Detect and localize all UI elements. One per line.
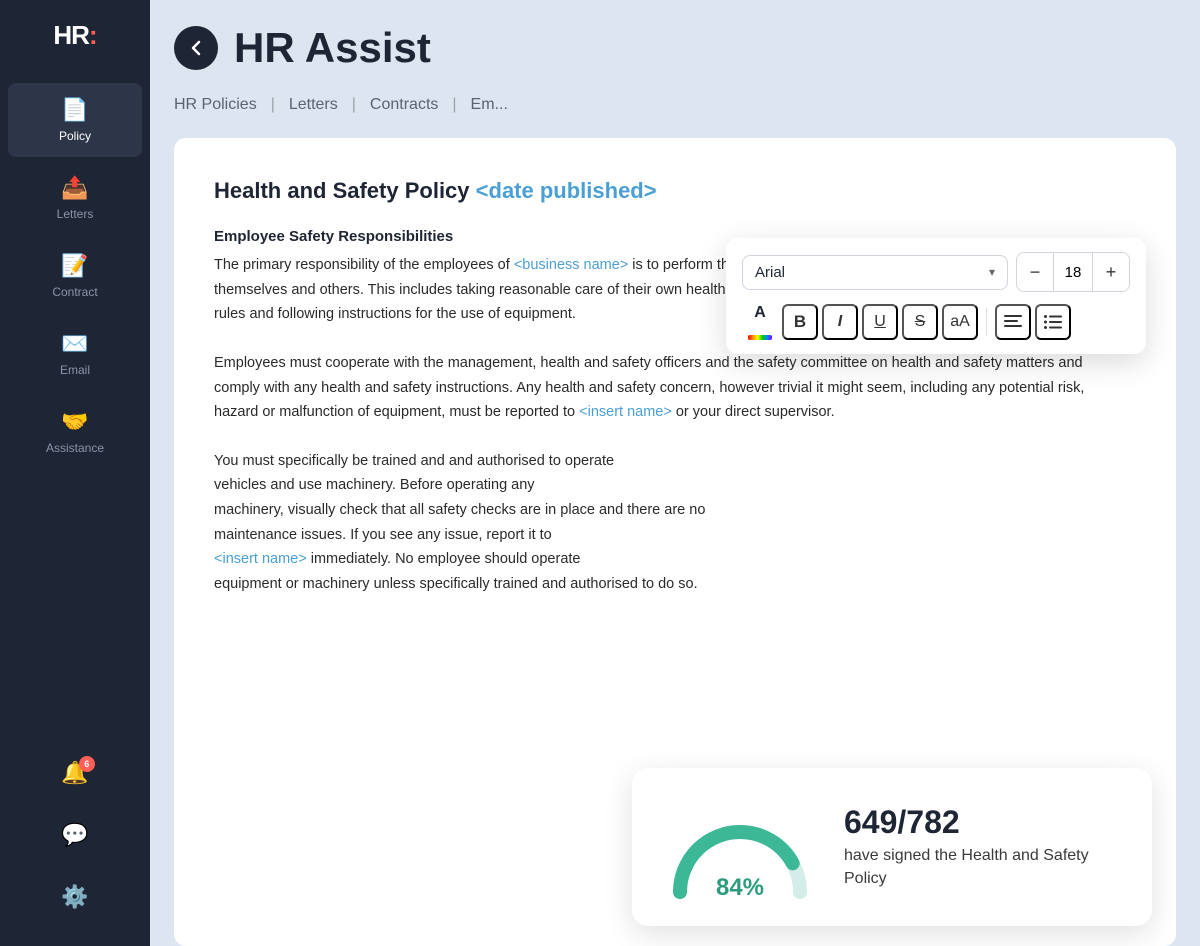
tab-contracts[interactable]: Contracts: [358, 92, 450, 118]
sidebar-label-email: Email: [60, 363, 90, 377]
sidebar-item-policy[interactable]: 📄 Policy: [8, 83, 142, 157]
stats-count: 649/782: [844, 804, 1124, 841]
sidebar-item-chat[interactable]: 💬: [8, 808, 142, 862]
page-header: HR Assist: [174, 24, 1176, 72]
formatting-toolbar: Arial ▾ − 18 + A B I U: [726, 238, 1146, 354]
toolbar-row-font: Arial ▾ − 18 +: [742, 252, 1130, 292]
sidebar-item-settings[interactable]: ⚙️: [8, 870, 142, 924]
letters-icon: 📤: [61, 175, 88, 201]
chevron-down-icon: ▾: [989, 265, 995, 279]
stats-text: 649/782 have signed the Health and Safet…: [844, 804, 1124, 890]
insert-name-placeholder-1: <insert name>: [579, 404, 672, 420]
back-button[interactable]: [174, 26, 218, 70]
section-1-para-2: Employees must cooperate with the manage…: [214, 351, 1116, 425]
strikethrough-button[interactable]: S: [902, 304, 938, 340]
sidebar-item-email[interactable]: ✉️ Email: [8, 317, 142, 391]
nav-tabs: HR Policies | Letters | Contracts | Em..…: [174, 92, 1176, 118]
notification-badge: 6: [79, 756, 95, 772]
italic-button[interactable]: I: [822, 304, 858, 340]
color-a-label: A: [754, 305, 766, 321]
bold-button[interactable]: B: [782, 304, 818, 340]
sidebar-label-assistance: Assistance: [46, 441, 104, 455]
date-placeholder: <date published>: [476, 178, 657, 203]
font-size-increase-button[interactable]: +: [1093, 253, 1129, 291]
font-select-dropdown[interactable]: Arial ▾: [742, 255, 1008, 290]
sidebar-item-letters[interactable]: 📤 Letters: [8, 161, 142, 235]
case-button[interactable]: aA: [942, 304, 978, 340]
font-size-value: 18: [1053, 253, 1093, 291]
policy-icon: 📄: [61, 97, 88, 123]
stats-card: 84% 649/782 have signed the Health and S…: [632, 768, 1152, 926]
page-title: HR Assist: [234, 24, 431, 72]
settings-icon: ⚙️: [61, 884, 88, 910]
tab-letters[interactable]: Letters: [277, 92, 350, 118]
section-1-para-3: You must specifically be trained and and…: [214, 449, 1116, 597]
gauge-chart: 84%: [660, 792, 820, 902]
chat-icon: 💬: [61, 822, 88, 848]
insert-name-placeholder-2: <insert name>: [214, 551, 307, 567]
underline-button[interactable]: U: [862, 304, 898, 340]
sidebar-item-notifications[interactable]: 🔔 6: [8, 746, 142, 800]
sidebar-label-contract: Contract: [52, 285, 97, 299]
list-button[interactable]: [1035, 304, 1071, 340]
sidebar-label-letters: Letters: [57, 207, 94, 221]
document-area: Arial ▾ − 18 + A B I U: [174, 138, 1176, 946]
text-color-button[interactable]: A: [742, 304, 778, 340]
email-icon: ✉️: [61, 331, 88, 357]
sidebar: HR: 📄 Policy 📤 Letters 📝 Contract ✉️ Ema…: [0, 0, 150, 946]
main-content: HR Assist HR Policies | Letters | Contra…: [150, 0, 1200, 946]
toolbar-separator: [986, 308, 987, 336]
sidebar-bottom: 🔔 6 💬 ⚙️: [0, 744, 150, 946]
assistance-icon: 🤝: [61, 409, 88, 435]
tab-em[interactable]: Em...: [459, 92, 520, 118]
font-size-control: − 18 +: [1016, 252, 1130, 292]
color-bar: [748, 335, 772, 340]
font-size-decrease-button[interactable]: −: [1017, 253, 1053, 291]
sidebar-label-policy: Policy: [59, 129, 91, 143]
sidebar-item-assistance[interactable]: 🤝 Assistance: [8, 395, 142, 469]
app-logo: HR:: [53, 20, 96, 51]
stats-description: have signed the Health and Safety Policy: [844, 845, 1124, 890]
document-title: Health and Safety Policy <date published…: [214, 178, 1116, 204]
toolbar-row-format: A B I U S aA: [742, 304, 1130, 340]
tab-hr-policies[interactable]: HR Policies: [174, 92, 269, 118]
contract-icon: 📝: [61, 253, 88, 279]
font-name-label: Arial: [755, 264, 785, 281]
sidebar-item-contract[interactable]: 📝 Contract: [8, 239, 142, 313]
gauge-percentage: 84%: [716, 874, 764, 902]
align-button[interactable]: [995, 304, 1031, 340]
business-name-placeholder: <business name>: [514, 257, 628, 273]
